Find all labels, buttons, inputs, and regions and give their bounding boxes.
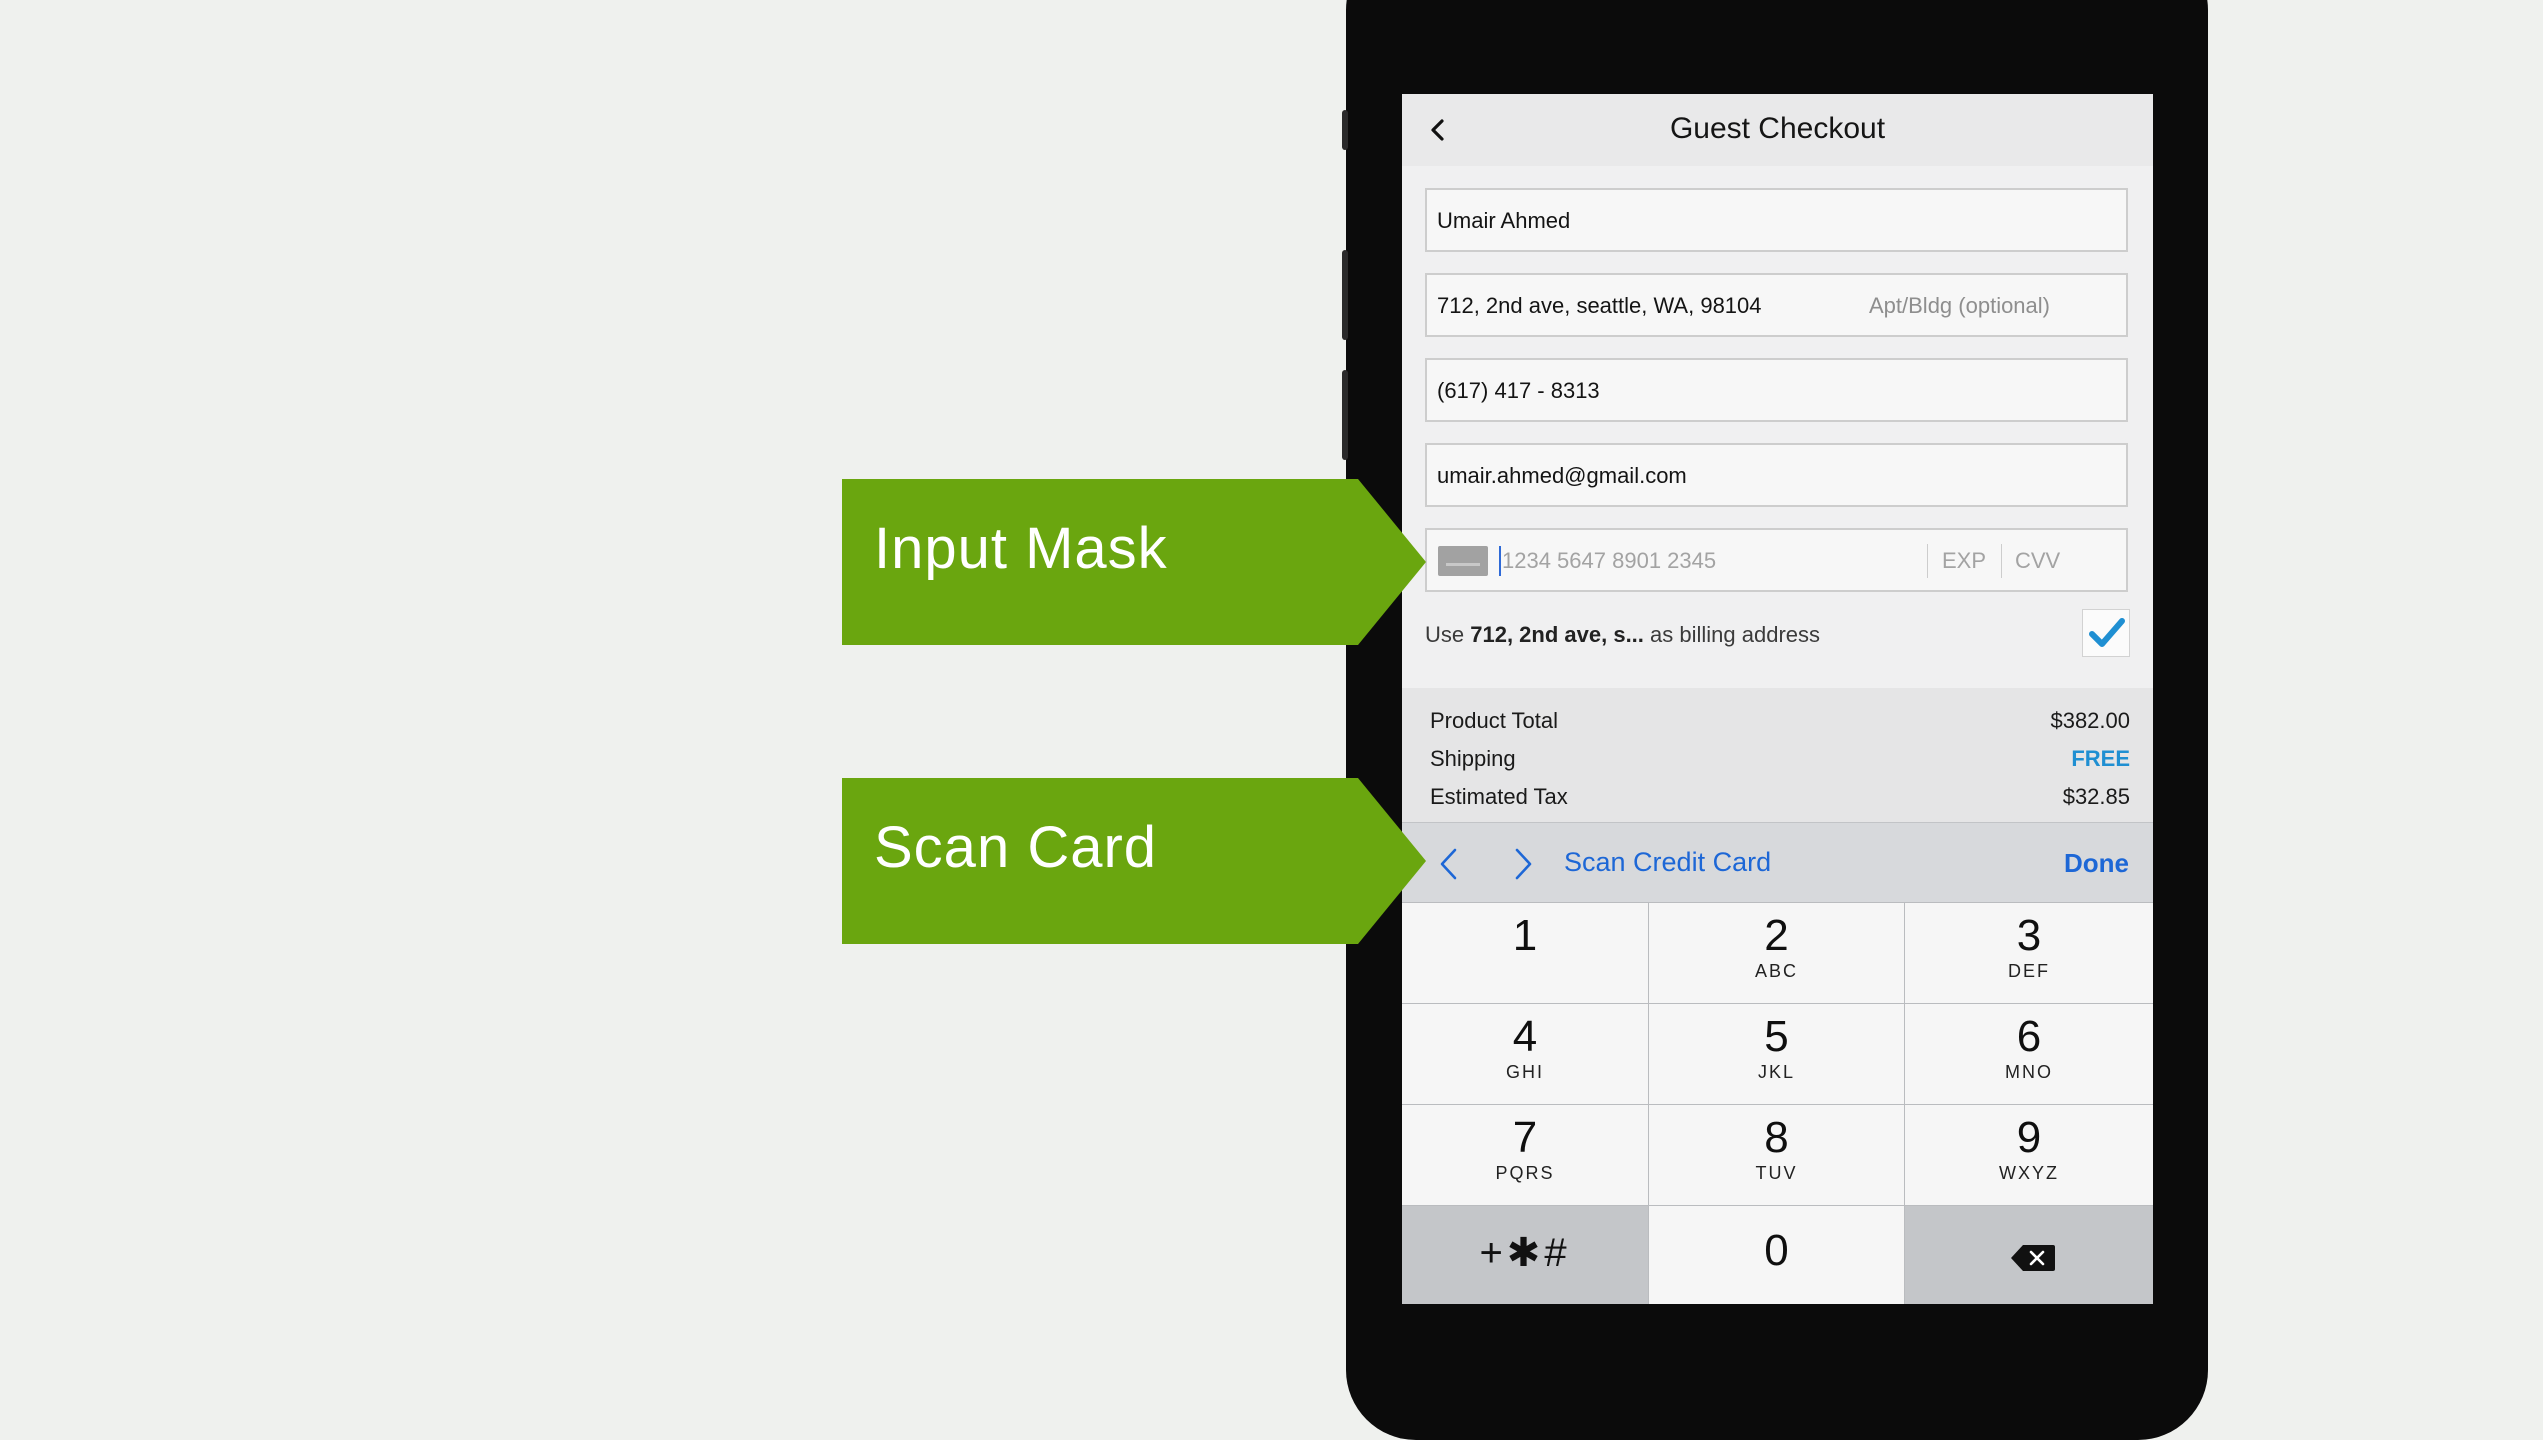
shipping-value: FREE [2071,746,2130,771]
key-number: 6 [2016,1012,2042,1061]
numeric-keypad: 1 2 ABC 3 DEF 4 GHI 5 JKL 6 MNO 7 PQRS 8 [1402,902,2153,1304]
key-7[interactable]: 7 PQRS [1402,1105,1648,1205]
phone-value: (617) 417 - 8313 [1437,378,1600,403]
name-field[interactable]: Umair Ahmed [1425,188,2128,252]
key-number: 1 [1512,911,1538,960]
key-9[interactable]: 9 WXYZ [1905,1105,2153,1205]
phone-side-button [1342,250,1348,340]
key-8[interactable]: 8 TUV [1649,1105,1904,1205]
email-field[interactable]: umair.ahmed@gmail.com [1425,443,2128,507]
billing-address-label: Use 712, 2nd ave, s... as billing addres… [1425,622,1820,648]
key-letters: MNO [2005,1062,2053,1082]
scan-credit-card-button[interactable]: Scan Credit Card [1564,847,1771,878]
delete-key[interactable] [1905,1206,2153,1304]
shipping-row: Shipping FREE [1430,746,2130,774]
key-5[interactable]: 5 JKL [1649,1004,1904,1104]
key-number: 8 [1764,1113,1789,1162]
estimated-tax-label: Estimated Tax [1430,784,1568,809]
phone-side-button [1342,370,1348,460]
product-total-row: Product Total $382.00 [1430,708,2130,736]
billing-suffix: as billing address [1643,622,1821,647]
key-number: 0 [1764,1226,1789,1275]
cvv-input[interactable]: CVV [2015,548,2060,574]
key-letters: JKL [1757,1062,1796,1082]
page-title: Guest Checkout [1669,112,1886,145]
symbols-label: +✱# [1479,1231,1571,1275]
keyboard-toolbar: Scan Credit Card Done [1402,822,2153,903]
text-caret [1499,546,1501,576]
billing-checkbox[interactable] [2082,609,2130,657]
field-divider [1927,544,1928,578]
key-letters: ABC [1754,961,1798,981]
key-symbols[interactable]: +✱# [1402,1206,1648,1304]
key-number: 5 [1764,1012,1789,1061]
phone-screen: Guest Checkout Umair Ahmed 712, 2nd ave,… [1402,94,2153,1304]
card-field[interactable]: 1234 5647 8901 2345 EXP CVV [1425,528,2128,592]
estimated-tax-row: Estimated Tax $32.85 [1430,784,2130,812]
product-total-value: $382.00 [2050,708,2130,733]
order-totals: Product Total $382.00 Shipping FREE Esti… [1402,688,2153,838]
checkmark-icon [2089,618,2125,647]
phone-side-button [1342,110,1348,150]
key-letters: PQRS [1495,1163,1555,1183]
key-4[interactable]: 4 GHI [1402,1004,1648,1104]
key-3[interactable]: 3 DEF [1905,903,2153,1003]
input-mask-callout: Input Mask [842,479,1426,645]
billing-address: 712, 2nd ave, s... [1470,622,1644,647]
input-mask-label: Input Mask [874,516,1168,581]
key-2[interactable]: 2 ABC [1649,903,1904,1003]
credit-card-icon [1438,546,1488,576]
apt-bldg-input[interactable]: Apt/Bldg (optional) [1869,293,2050,319]
scan-card-callout: Scan Card [842,778,1426,944]
done-button[interactable]: Done [2064,848,2129,879]
address-field[interactable]: 712, 2nd ave, seattle, WA, 98104 Apt/Bld… [1425,273,2128,337]
address-value: 712, 2nd ave, seattle, WA, 98104 [1437,293,1762,318]
email-value: umair.ahmed@gmail.com [1437,463,1687,488]
field-divider [2001,544,2002,578]
name-value: Umair Ahmed [1437,208,1571,233]
key-6[interactable]: 6 MNO [1905,1004,2153,1104]
card-number-input[interactable]: 1234 5647 8901 2345 [1502,548,1716,574]
key-number: 7 [1512,1113,1538,1162]
estimated-tax-value: $32.85 [2062,784,2130,809]
key-letters: DEF [2008,961,2050,981]
exp-input[interactable]: EXP [1942,548,1986,574]
key-number: 2 [1764,911,1789,960]
navigation-bar: Guest Checkout [1402,94,2153,166]
backspace-icon [2011,1245,2055,1271]
key-letters: WXYZ [1999,1163,2059,1183]
key-0[interactable]: 0 [1649,1206,1904,1304]
phone-field[interactable]: (617) 417 - 8313 [1425,358,2128,422]
scan-card-label: Scan Card [874,815,1158,880]
key-1[interactable]: 1 [1402,903,1648,1003]
key-number: 3 [2016,911,2042,960]
previous-field-icon[interactable] [1436,847,1462,881]
key-number: 9 [2016,1113,2042,1162]
next-field-icon[interactable] [1510,847,1536,881]
key-letters: TUV [1755,1163,1798,1183]
product-total-label: Product Total [1430,708,1559,733]
key-number: 4 [1512,1012,1538,1061]
shipping-label: Shipping [1430,746,1516,771]
key-letters: GHI [1505,1062,1544,1082]
